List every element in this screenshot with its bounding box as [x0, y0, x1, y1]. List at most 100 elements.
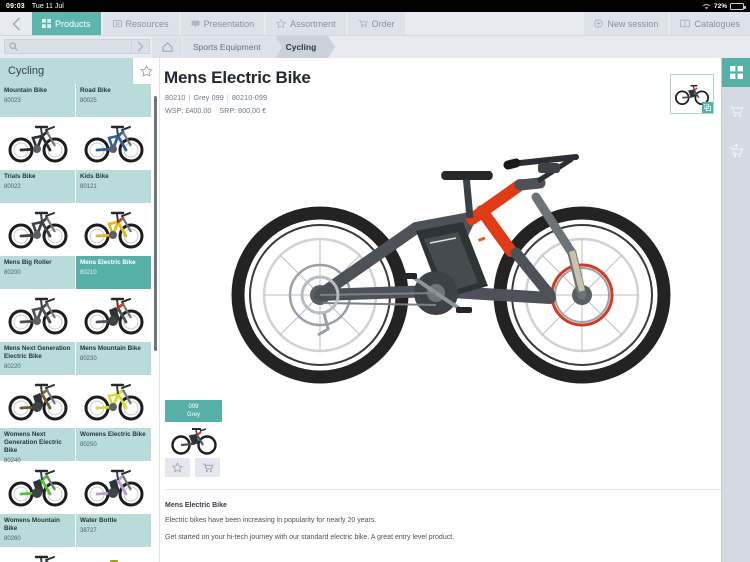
presentation-icon [191, 19, 200, 28]
product-tile-code: 80200 [4, 269, 21, 276]
product-tile-image [0, 289, 75, 341]
product-tile[interactable]: Mens Electric Bike 80210 [76, 256, 152, 342]
add-to-cart-button[interactable] [195, 458, 220, 477]
new-session-button[interactable]: New session [584, 12, 669, 35]
back-button[interactable] [0, 12, 32, 35]
sidebar-title: Cycling [8, 65, 45, 77]
tab-presentation[interactable]: Presentation [180, 12, 265, 35]
battery-percent: 72% [713, 2, 727, 10]
image-thumbnail-panel [670, 74, 714, 114]
product-tile[interactable]: Water Bottle 38727 [76, 514, 152, 562]
search-container [0, 36, 152, 58]
product-tile[interactable]: Mountain Bike 80023 [0, 84, 76, 170]
product-tile-name: Womens Next Generation Electric Bike [4, 431, 62, 454]
product-tile[interactable]: Mens Big Roller 80200 [0, 256, 76, 342]
breadcrumb-item-sports-equipment[interactable]: Sports Equipment [183, 36, 282, 58]
top-navigation-right: New session Catalogues [582, 12, 750, 35]
search-submit-button[interactable] [131, 40, 149, 53]
status-time: 09:03 [6, 2, 25, 10]
folder-icon [112, 19, 122, 28]
cart-icon [358, 19, 368, 28]
app-root: 09:03 Tue 11 Jul 72% Products Resources … [0, 0, 750, 562]
product-tile-name: Water Bottle [80, 517, 117, 524]
tab-resources[interactable]: Resources [102, 12, 179, 35]
product-tile[interactable]: Womens Electric Bike 80250 [76, 428, 152, 514]
product-meta: 80210 | Grey 099 | 80210-099 [165, 93, 268, 102]
srp-value: 800,00 € [238, 106, 267, 115]
product-detail: Mens Electric Bike 80210 | Grey 099 | 80210-… [160, 58, 750, 562]
star-icon [276, 19, 287, 28]
product-tile-header: Womens Mountain Bike 80260 [0, 514, 75, 547]
breadcrumb-item-label: Cycling [285, 42, 317, 52]
product-tile-image [0, 203, 75, 255]
product-tile-name: Womens Electric Bike [80, 431, 146, 438]
product-tile-code: 80220 [4, 363, 21, 370]
sidebar-favorite-button[interactable] [133, 58, 159, 84]
tab-products[interactable]: Products [32, 12, 101, 35]
product-tile-header: Mountain Bike 80023 [0, 84, 75, 117]
catalogues-label: Catalogues [694, 18, 740, 29]
copy-icon[interactable] [702, 102, 713, 113]
cart-button[interactable] [722, 97, 750, 126]
product-tile[interactable]: Road Bike 80025 [76, 84, 152, 170]
product-tile-header: Road Bike 80025 [76, 84, 151, 117]
wsp-value: £400.00 [185, 106, 212, 115]
product-tile-name: Kids Bike [80, 173, 109, 180]
sidebar-header: Cycling [0, 58, 159, 84]
new-session-label: New session [607, 18, 659, 29]
favorite-button[interactable] [165, 458, 190, 477]
product-tile-header: Trials Bike 80022 [0, 170, 75, 203]
tab-resources-label: Resources [125, 18, 169, 29]
tab-assortment[interactable]: Assortment [266, 12, 346, 35]
product-tile-code: 80025 [80, 97, 97, 104]
status-bar: 09:03 Tue 11 Jul 72% [0, 0, 750, 12]
page-title: Mens Electric Bike [164, 68, 311, 87]
cart-plus-button[interactable] [722, 136, 750, 165]
breadcrumb-item-cycling[interactable]: Cycling [275, 36, 335, 58]
product-tile-name: Road Bike [80, 87, 111, 94]
tab-order[interactable]: Order [347, 12, 405, 35]
breadcrumb: Sports Equipment Cycling [152, 36, 335, 58]
product-tile-name: Mens Electric Bike [80, 259, 136, 266]
product-hero-image[interactable] [160, 115, 750, 400]
product-color-code: 099 [211, 93, 224, 102]
catalogues-button[interactable]: Catalogues [670, 12, 750, 35]
status-date: Tue 11 Jul [31, 2, 64, 10]
tab-assortment-label: Assortment [290, 18, 336, 29]
product-grid: Mountain Bike 80023 Road Bike 80025 Trials… [0, 84, 153, 562]
description-paragraph-2: Get started on your hi-tech journey with… [165, 533, 455, 541]
product-tile-name: Mens Mountain Bike [80, 345, 141, 352]
product-tile-header: Water Bottle 38727 [76, 514, 151, 547]
sidebar-scrollbar[interactable] [154, 96, 157, 351]
product-tile-code: 80023 [4, 97, 21, 104]
image-thumbnail[interactable] [670, 74, 714, 114]
breadcrumb-item-label: Sports Equipment [193, 42, 261, 52]
search-icon [5, 42, 21, 51]
product-tile[interactable]: Mens Mountain Bike 80230 [76, 342, 152, 428]
product-code: 80210 [165, 93, 186, 102]
grid-view-button[interactable] [721, 58, 750, 87]
main-body: Cycling Mountain Bike 80023 Road Bike 8002… [0, 58, 750, 562]
product-tile-header: Womens Electric Bike 80250 [76, 428, 151, 461]
product-tile-image [0, 547, 75, 562]
product-tile[interactable]: Kids Bike 80121 [76, 170, 152, 256]
product-sku: 80210-099 [231, 93, 268, 102]
breadcrumb-home[interactable] [152, 36, 182, 58]
product-tile-code: 38727 [80, 527, 97, 534]
product-tile[interactable]: Mens Next Generation Electric Bike 80220 [0, 342, 76, 428]
search-box[interactable] [4, 39, 150, 54]
product-tile-name: Mountain Bike [4, 87, 48, 94]
search-input[interactable] [21, 42, 131, 51]
status-right: 72% [702, 2, 746, 10]
product-pricing: WSP: £400.00 SRP: 800,00 € [165, 106, 750, 115]
product-tile-header: Kids Bike 80121 [76, 170, 151, 203]
product-tile[interactable]: Womens Mountain Bike 80260 [0, 514, 76, 562]
product-tile-image [76, 117, 151, 169]
color-variant-swatch[interactable]: 099 Grey [165, 400, 222, 422]
tab-order-label: Order [371, 18, 395, 29]
product-tile[interactable]: Womens Next Generation Electric Bike 8024… [0, 428, 76, 514]
variant-thumbnail[interactable] [165, 422, 222, 458]
product-tile[interactable]: Trials Bike 80022 [0, 170, 76, 256]
product-tile-code: 80230 [80, 355, 97, 362]
product-tile-image [0, 117, 75, 169]
